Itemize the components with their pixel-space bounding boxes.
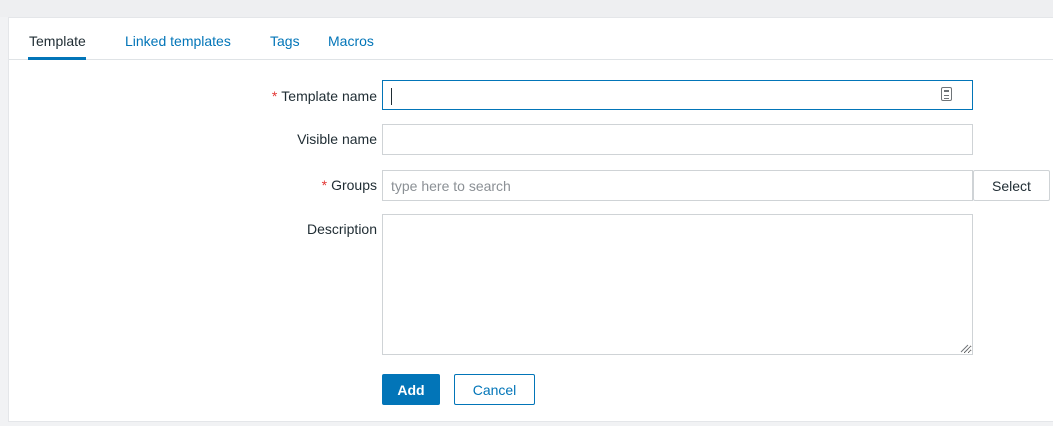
required-mark: * xyxy=(271,88,278,104)
autofill-icon[interactable] xyxy=(941,87,952,101)
template-name-label-text: Template name xyxy=(281,88,377,104)
tab-bar: Template Linked templates Tags Macros xyxy=(9,18,1053,60)
groups-label-text: Groups xyxy=(331,177,377,193)
description-textarea[interactable] xyxy=(382,214,973,355)
template-form-panel: Template Linked templates Tags Macros * T… xyxy=(8,17,1053,422)
visible-name-label: Visible name xyxy=(297,131,377,147)
cancel-button[interactable]: Cancel xyxy=(454,374,535,405)
template-name-input[interactable] xyxy=(382,80,973,110)
groups-search-input[interactable] xyxy=(382,170,973,201)
top-strip xyxy=(0,0,1053,17)
visible-name-input[interactable] xyxy=(382,124,973,155)
template-name-label: * Template name xyxy=(272,88,377,104)
text-cursor xyxy=(391,88,392,105)
tab-linked-templates[interactable]: Linked templates xyxy=(124,33,231,60)
tab-template[interactable]: Template xyxy=(28,33,86,60)
add-button[interactable]: Add xyxy=(382,374,440,405)
groups-label: * Groups xyxy=(322,177,377,193)
tab-tags[interactable]: Tags xyxy=(269,33,300,60)
groups-select-button[interactable]: Select xyxy=(973,170,1050,201)
tab-macros[interactable]: Macros xyxy=(327,33,374,60)
required-mark: * xyxy=(321,177,328,193)
description-label: Description xyxy=(306,221,377,237)
